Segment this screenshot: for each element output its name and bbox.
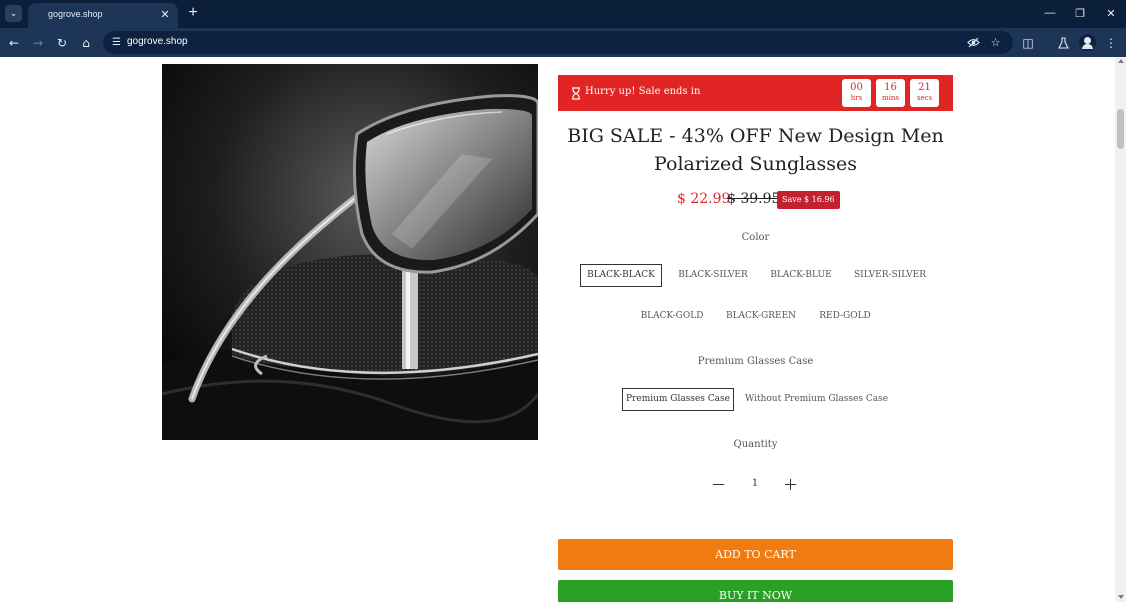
- menu-icon[interactable]: ⋮: [1101, 33, 1121, 53]
- color-silver-silver[interactable]: SILVER-SILVER: [848, 264, 932, 287]
- product-title: BIG SALE - 43% OFF New Design Men Polari…: [567, 125, 944, 175]
- timer-minutes-unit: mins: [882, 94, 899, 102]
- eye-off-icon[interactable]: [965, 34, 982, 51]
- sale-price: $ 22.99: [677, 191, 731, 207]
- color-black-blue[interactable]: BLACK-BLUE: [764, 264, 838, 287]
- compare-price: $ 39.95: [727, 191, 781, 207]
- plus-icon[interactable]: +: [185, 4, 201, 22]
- forward-icon[interactable]: →: [28, 33, 48, 53]
- product-page: Hurry up! Sale ends in 00 hrs 16 mins 21…: [0, 57, 1115, 602]
- minus-icon[interactable]: [713, 484, 724, 485]
- price-row: $ 22.99 $ 39.95 Save $ 16.96: [558, 191, 953, 211]
- case-without-premium-glasses-case[interactable]: Without Premium Glasses Case: [744, 388, 888, 411]
- reload-icon[interactable]: ↻: [52, 33, 72, 53]
- tab-title: gogrove.shop: [48, 9, 103, 19]
- tab-search-icon[interactable]: ⌄: [5, 5, 22, 22]
- color-option-label: Color: [741, 232, 770, 243]
- buy-it-now-button[interactable]: BUY IT NOW: [558, 580, 953, 602]
- timer-minutes-value: 16: [884, 82, 897, 93]
- browser-tab-bar: ⌄ gogrove.shop ✕ + — ❐ ✕: [0, 0, 1126, 28]
- color-black-silver[interactable]: BLACK-SILVER: [672, 264, 754, 287]
- timer-minutes: 16 mins: [876, 79, 905, 107]
- timer-hours-unit: hrs: [850, 94, 863, 102]
- home-icon[interactable]: ⌂: [76, 33, 96, 53]
- color-black-gold[interactable]: BLACK-GOLD: [634, 305, 710, 328]
- browser-tab[interactable]: gogrove.shop ✕: [28, 3, 178, 28]
- back-icon[interactable]: ←: [4, 33, 24, 53]
- product-image[interactable]: [162, 64, 538, 440]
- browser-toolbar: ← → ↻ ⌂ ☰ gogrove.shop ☆ ◫ ⋮: [0, 28, 1126, 57]
- close-icon[interactable]: ✕: [158, 7, 172, 21]
- case-premium-glasses-case[interactable]: Premium Glasses Case: [622, 388, 734, 411]
- timer-seconds-unit: secs: [916, 94, 933, 102]
- page-scrollbar[interactable]: [1115, 57, 1126, 602]
- address-bar[interactable]: ☰ gogrove.shop ☆: [103, 31, 1013, 54]
- avatar-body: [1082, 44, 1093, 49]
- avatar-head: [1084, 37, 1091, 44]
- case-option-label: Premium Glasses Case: [697, 356, 814, 367]
- scrollbar-thumb[interactable]: [1117, 109, 1124, 149]
- timer-seconds: 21 secs: [910, 79, 939, 107]
- scroll-up-icon[interactable]: [1118, 59, 1124, 63]
- timer-hours: 00 hrs: [842, 79, 871, 107]
- minimize-icon[interactable]: —: [1040, 4, 1060, 22]
- site-info-icon[interactable]: ☰: [109, 35, 124, 50]
- add-to-cart-button[interactable]: ADD TO CART: [558, 539, 953, 570]
- timer-hours-value: 00: [850, 82, 863, 93]
- color-black-black[interactable]: BLACK-BLACK: [580, 264, 662, 287]
- save-badge: Save $ 16.96: [777, 191, 840, 209]
- labs-icon[interactable]: [1053, 33, 1073, 53]
- sale-text: Hurry up! Sale ends in: [585, 86, 701, 97]
- sale-countdown-banner: Hurry up! Sale ends in 00 hrs 16 mins 21…: [558, 75, 953, 111]
- scroll-down-icon[interactable]: [1118, 595, 1124, 599]
- extensions-icon[interactable]: ◫: [1018, 33, 1038, 53]
- star-icon[interactable]: ☆: [987, 34, 1004, 51]
- restore-icon[interactable]: ❐: [1070, 4, 1090, 22]
- url-text[interactable]: gogrove.shop: [127, 36, 188, 47]
- color-black-green[interactable]: BLACK-GREEN: [720, 305, 802, 328]
- plus-icon-vertical: [790, 479, 791, 490]
- quantity-input[interactable]: 1: [740, 478, 770, 489]
- profile-icon[interactable]: [1079, 34, 1096, 51]
- timer-seconds-value: 21: [918, 82, 931, 93]
- close-window-icon[interactable]: ✕: [1101, 4, 1121, 22]
- quantity-stepper: 1: [700, 475, 810, 495]
- quantity-label: Quantity: [733, 439, 778, 450]
- color-red-gold[interactable]: RED-GOLD: [812, 305, 878, 328]
- plus-icon[interactable]: [785, 479, 796, 490]
- hourglass-icon: [572, 87, 580, 100]
